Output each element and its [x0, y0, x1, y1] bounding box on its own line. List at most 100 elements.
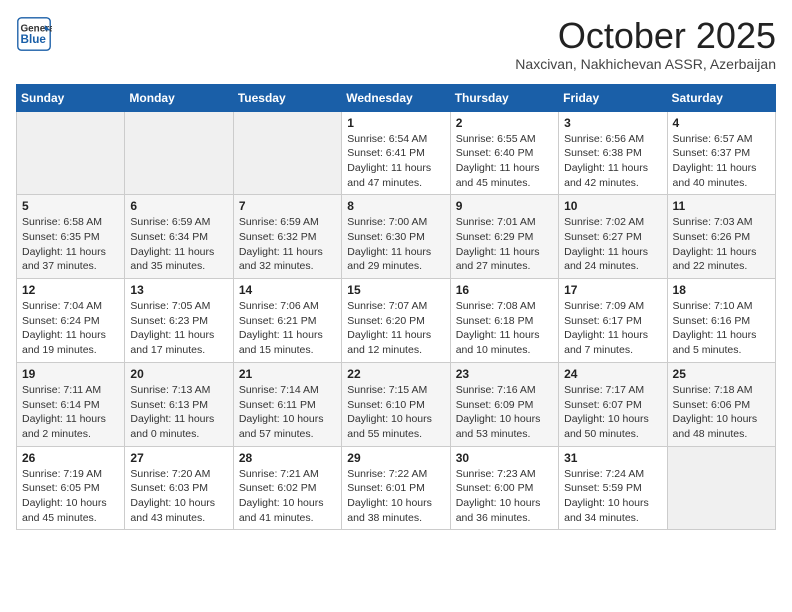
day-content: Sunrise: 7:13 AM Sunset: 6:13 PM Dayligh…: [130, 383, 227, 442]
calendar-week-row: 5 Sunrise: 6:58 AM Sunset: 6:35 PM Daylig…: [17, 195, 776, 279]
calendar-cell: 7Sunrise: 6:59 AM Sunset: 6:32 PM Daylig…: [233, 195, 341, 279]
day-number: 3: [564, 116, 661, 130]
weekday-label: Wednesday: [342, 84, 450, 111]
calendar-cell: 15 Sunrise: 7:07 AM Sunset: 6:20 PM Dayli…: [342, 279, 450, 363]
day-content: Sunrise: 7:21 AM Sunset: 6:02 PM Dayligh…: [239, 467, 336, 526]
day-content: Sunrise: 7:00 AM Sunset: 6:30 PM Dayligh…: [347, 215, 444, 274]
day-number: 30: [456, 451, 553, 465]
day-number: 25: [673, 367, 770, 381]
day-content: Sunrise: 7:19 AM Sunset: 6:05 PM Dayligh…: [22, 467, 119, 526]
calendar-cell: 21Sunrise: 7:14 AM Sunset: 6:11 PM Dayli…: [233, 362, 341, 446]
day-number: 31: [564, 451, 661, 465]
weekday-label: Monday: [125, 84, 233, 111]
calendar-cell: 13 Sunrise: 7:05 AM Sunset: 6:23 PM Dayli…: [125, 279, 233, 363]
day-content: Sunrise: 7:11 AM Sunset: 6:14 PM Dayligh…: [22, 383, 119, 442]
location: Naxcivan, Nakhichevan ASSR, Azerbaijan: [515, 56, 776, 72]
calendar-cell: 23Sunrise: 7:16 AM Sunset: 6:09 PM Dayli…: [450, 362, 558, 446]
day-number: 5: [22, 199, 119, 213]
weekday-label: Friday: [559, 84, 667, 111]
calendar-cell: 11 Sunrise: 7:03 AM Sunset: 6:26 PM Dayli…: [667, 195, 775, 279]
calendar-table: SundayMondayTuesdayWednesdayThursdayFrid…: [16, 84, 776, 531]
day-content: Sunrise: 7:24 AM Sunset: 5:59 PM Dayligh…: [564, 467, 661, 526]
calendar-week-row: 19 Sunrise: 7:11 AM Sunset: 6:14 PM Dayli…: [17, 362, 776, 446]
calendar-cell: 10 Sunrise: 7:02 AM Sunset: 6:27 PM Dayli…: [559, 195, 667, 279]
day-number: 2: [456, 116, 553, 130]
calendar-cell: 1 Sunrise: 6:54 AM Sunset: 6:41 PM Daylig…: [342, 111, 450, 195]
calendar-week-row: 1 Sunrise: 6:54 AM Sunset: 6:41 PM Daylig…: [17, 111, 776, 195]
day-number: 18: [673, 283, 770, 297]
calendar-cell: 31 Sunrise: 7:24 AM Sunset: 5:59 PM Dayli…: [559, 446, 667, 530]
day-content: Sunrise: 7:04 AM Sunset: 6:24 PM Dayligh…: [22, 299, 119, 358]
day-number: 13: [130, 283, 227, 297]
calendar-cell: 16 Sunrise: 7:08 AM Sunset: 6:18 PM Dayli…: [450, 279, 558, 363]
day-number: 4: [673, 116, 770, 130]
calendar-cell: 30 Sunrise: 7:23 AM Sunset: 6:00 PM Dayli…: [450, 446, 558, 530]
day-number: 9: [456, 199, 553, 213]
day-number: 12: [22, 283, 119, 297]
weekday-label: Saturday: [667, 84, 775, 111]
day-content: Sunrise: 7:10 AM Sunset: 6:16 PM Dayligh…: [673, 299, 770, 358]
day-content: Sunrise: 7:03 AM Sunset: 6:26 PM Dayligh…: [673, 215, 770, 274]
day-number: 15: [347, 283, 444, 297]
calendar-cell: 26 Sunrise: 7:19 AM Sunset: 6:05 PM Dayli…: [17, 446, 125, 530]
day-number: 27: [130, 451, 227, 465]
day-content: Sunrise: 6:58 AM Sunset: 6:35 PM Dayligh…: [22, 215, 119, 274]
day-content: Sunrise: 7:01 AM Sunset: 6:29 PM Dayligh…: [456, 215, 553, 274]
day-content: Sunrise: 7:18 AM Sunset: 6:06 PM Dayligh…: [673, 383, 770, 442]
day-content: Sunrise: 6:59 AM Sunset: 6:34 PM Dayligh…: [130, 215, 227, 274]
day-number: 11: [673, 199, 770, 213]
calendar-cell: 25 Sunrise: 7:18 AM Sunset: 6:06 PM Dayli…: [667, 362, 775, 446]
svg-text:Blue: Blue: [21, 33, 47, 46]
calendar-cell: 4 Sunrise: 6:57 AM Sunset: 6:37 PM Daylig…: [667, 111, 775, 195]
calendar-cell: 20 Sunrise: 7:13 AM Sunset: 6:13 PM Dayli…: [125, 362, 233, 446]
calendar-cell: 27Sunrise: 7:20 AM Sunset: 6:03 PM Dayli…: [125, 446, 233, 530]
day-content: Sunrise: 7:02 AM Sunset: 6:27 PM Dayligh…: [564, 215, 661, 274]
calendar-cell: 29 Sunrise: 7:22 AM Sunset: 6:01 PM Dayli…: [342, 446, 450, 530]
day-number: 29: [347, 451, 444, 465]
day-content: Sunrise: 7:07 AM Sunset: 6:20 PM Dayligh…: [347, 299, 444, 358]
day-content: Sunrise: 6:59 AM Sunset: 6:32 PM Dayligh…: [239, 215, 336, 274]
day-number: 19: [22, 367, 119, 381]
calendar-week-row: 12 Sunrise: 7:04 AM Sunset: 6:24 PM Dayli…: [17, 279, 776, 363]
calendar-cell: [233, 111, 341, 195]
day-number: 6: [130, 199, 227, 213]
day-number: 24: [564, 367, 661, 381]
weekday-label: Thursday: [450, 84, 558, 111]
day-number: 20: [130, 367, 227, 381]
day-content: Sunrise: 7:15 AM Sunset: 6:10 PM Dayligh…: [347, 383, 444, 442]
calendar-cell: 19 Sunrise: 7:11 AM Sunset: 6:14 PM Dayli…: [17, 362, 125, 446]
day-content: Sunrise: 6:56 AM Sunset: 6:38 PM Dayligh…: [564, 132, 661, 191]
calendar-cell: [667, 446, 775, 530]
weekday-header-row: SundayMondayTuesdayWednesdayThursdayFrid…: [17, 84, 776, 111]
calendar-cell: 3 Sunrise: 6:56 AM Sunset: 6:38 PM Daylig…: [559, 111, 667, 195]
logo-icon: General Blue: [16, 16, 52, 52]
day-number: 21: [239, 367, 336, 381]
day-content: Sunrise: 6:55 AM Sunset: 6:40 PM Dayligh…: [456, 132, 553, 191]
day-number: 1: [347, 116, 444, 130]
day-content: Sunrise: 7:05 AM Sunset: 6:23 PM Dayligh…: [130, 299, 227, 358]
day-number: 14: [239, 283, 336, 297]
day-number: 26: [22, 451, 119, 465]
calendar-cell: 18 Sunrise: 7:10 AM Sunset: 6:16 PM Dayli…: [667, 279, 775, 363]
day-content: Sunrise: 7:08 AM Sunset: 6:18 PM Dayligh…: [456, 299, 553, 358]
month-title: October 2025: [515, 16, 776, 56]
day-content: Sunrise: 7:17 AM Sunset: 6:07 PM Dayligh…: [564, 383, 661, 442]
day-number: 16: [456, 283, 553, 297]
day-content: Sunrise: 6:57 AM Sunset: 6:37 PM Dayligh…: [673, 132, 770, 191]
day-content: Sunrise: 7:16 AM Sunset: 6:09 PM Dayligh…: [456, 383, 553, 442]
weekday-label: Sunday: [17, 84, 125, 111]
calendar-cell: 5 Sunrise: 6:58 AM Sunset: 6:35 PM Daylig…: [17, 195, 125, 279]
day-number: 28: [239, 451, 336, 465]
calendar-cell: 17Sunrise: 7:09 AM Sunset: 6:17 PM Dayli…: [559, 279, 667, 363]
calendar-cell: 14Sunrise: 7:06 AM Sunset: 6:21 PM Dayli…: [233, 279, 341, 363]
calendar-cell: 6 Sunrise: 6:59 AM Sunset: 6:34 PM Daylig…: [125, 195, 233, 279]
calendar-cell: [125, 111, 233, 195]
calendar-cell: 28 Sunrise: 7:21 AM Sunset: 6:02 PM Dayli…: [233, 446, 341, 530]
day-number: 10: [564, 199, 661, 213]
day-content: Sunrise: 7:23 AM Sunset: 6:00 PM Dayligh…: [456, 467, 553, 526]
day-content: Sunrise: 7:22 AM Sunset: 6:01 PM Dayligh…: [347, 467, 444, 526]
calendar-cell: [17, 111, 125, 195]
day-content: Sunrise: 6:54 AM Sunset: 6:41 PM Dayligh…: [347, 132, 444, 191]
calendar-cell: 8Sunrise: 7:00 AM Sunset: 6:30 PM Daylig…: [342, 195, 450, 279]
day-number: 17: [564, 283, 661, 297]
